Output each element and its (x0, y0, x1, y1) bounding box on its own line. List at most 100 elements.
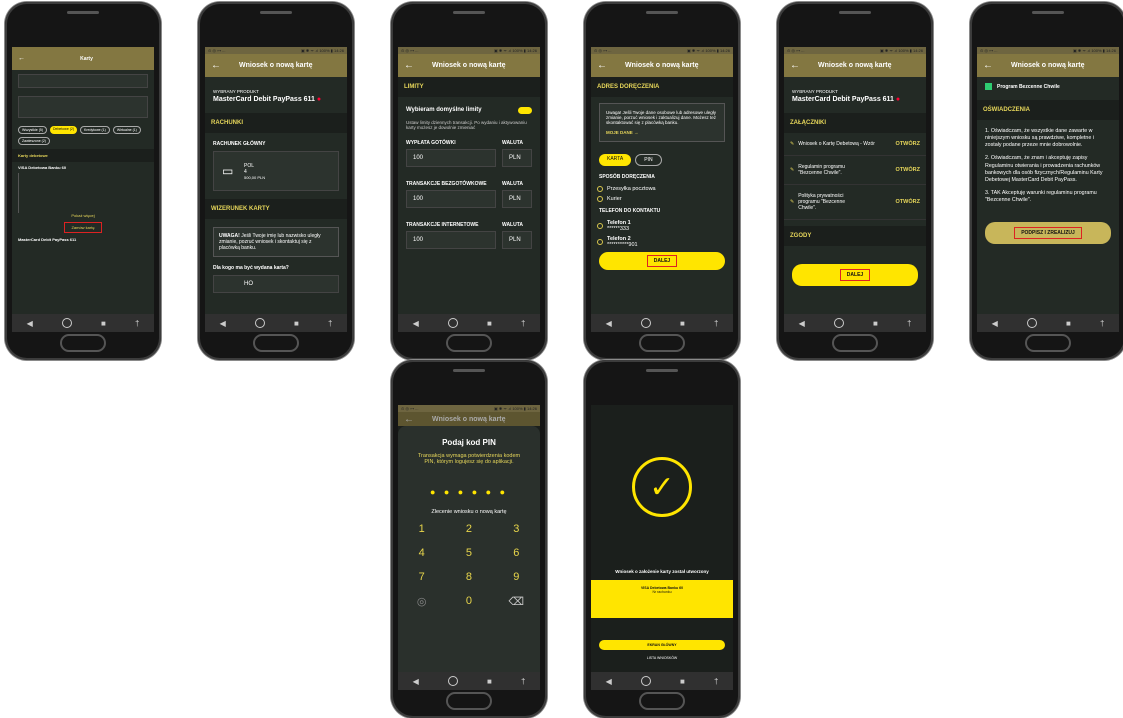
my-data-link[interactable]: MOJE DANE → (606, 130, 718, 135)
home-button[interactable] (639, 334, 685, 352)
accessibility-icon[interactable]: † (1100, 319, 1104, 328)
key-6[interactable]: 6 (493, 547, 540, 559)
speaker (453, 369, 485, 372)
back-nav-icon[interactable]: ◀ (799, 319, 805, 328)
key-3[interactable]: 3 (493, 523, 540, 535)
home-button[interactable] (60, 334, 106, 352)
home-nav-icon[interactable] (833, 318, 844, 328)
chip-debit[interactable]: Debetowe (2) (50, 126, 78, 134)
speaker (839, 11, 871, 14)
holder-select[interactable]: HO (213, 275, 339, 293)
chip-suspended[interactable]: Zawieszone (2) (18, 137, 50, 145)
home-button[interactable] (253, 334, 299, 352)
accessibility-icon[interactable]: † (714, 677, 718, 686)
open-link[interactable]: OTWÓRZ (896, 199, 920, 205)
back-nav-icon[interactable]: ◀ (606, 677, 612, 686)
home-button[interactable] (639, 692, 685, 710)
tab-card[interactable]: KARTA (599, 154, 632, 166)
recents-nav-icon[interactable]: ■ (101, 319, 106, 328)
limit-input[interactable]: 100 (406, 231, 496, 249)
home-screen-button[interactable]: EKRAN GŁÓWNY (599, 640, 725, 650)
applications-list-link[interactable]: LISTA WNIOSKÓW (591, 656, 733, 660)
next-button[interactable]: DALEJ (599, 252, 725, 270)
chip-credit[interactable]: Kredytowe (1) (80, 126, 110, 134)
back-arrow-icon[interactable]: ← (18, 55, 25, 62)
accessibility-icon[interactable]: † (714, 319, 718, 328)
accessibility-icon[interactable]: † (521, 319, 525, 328)
backspace-icon[interactable]: ⌫ (493, 595, 540, 608)
limit-input[interactable]: 100 (406, 190, 496, 208)
back-nav-icon[interactable]: ◀ (413, 677, 419, 686)
sign-button[interactable]: PODPISZ I ZREALIZUJ (985, 222, 1111, 245)
next-button[interactable]: DALEJ (792, 264, 918, 286)
option-post[interactable]: Przesyłka pocztowa (597, 186, 727, 192)
phone-option-1[interactable]: Telefon 1 ******333 (597, 220, 727, 232)
accessibility-icon[interactable]: † (135, 319, 139, 328)
card-item-visa[interactable]: VISA Debetowa Banku 60 Pokaż więcej Zamó… (12, 162, 154, 245)
key-9[interactable]: 9 (493, 571, 540, 583)
option-courier[interactable]: Kurier (597, 196, 727, 202)
option-label: Przesyłka pocztowa (607, 186, 656, 192)
recents-nav-icon[interactable]: ■ (487, 319, 492, 328)
order-card-button[interactable]: Zamów kartę (64, 222, 102, 233)
back-nav-icon[interactable]: ◀ (220, 319, 226, 328)
home-nav-icon[interactable] (447, 676, 458, 686)
back-arrow-icon[interactable]: ← (983, 60, 993, 71)
currency-select[interactable]: PLN (502, 231, 532, 249)
home-nav-icon[interactable] (640, 318, 651, 328)
tab-pin[interactable]: PIN (635, 154, 662, 166)
default-limits-toggle[interactable] (518, 107, 532, 114)
back-arrow-icon[interactable]: ← (597, 60, 607, 71)
currency-select[interactable]: PLN (502, 149, 532, 167)
attachment-3[interactable]: ✎ Polityka prywatności programu "Bezcenne… (784, 185, 926, 220)
key-8[interactable]: 8 (445, 571, 492, 583)
back-nav-icon[interactable]: ◀ (413, 319, 419, 328)
chip-virtual[interactable]: Wirtualne (1) (112, 126, 141, 134)
recents-nav-icon[interactable]: ■ (1066, 319, 1071, 328)
key-2[interactable]: 2 (445, 523, 492, 535)
key-4[interactable]: 4 (398, 547, 445, 559)
home-nav-icon[interactable] (447, 318, 458, 328)
key-5[interactable]: 5 (445, 547, 492, 559)
account-card[interactable]: ▭ POL 4 500,00 PLN (213, 151, 339, 191)
currency-select[interactable]: PLN (502, 190, 532, 208)
home-button[interactable] (446, 692, 492, 710)
accessibility-icon[interactable]: † (521, 677, 525, 686)
back-nav-icon[interactable]: ◀ (992, 319, 998, 328)
back-nav-icon[interactable]: ◀ (27, 319, 33, 328)
home-button[interactable] (446, 334, 492, 352)
recents-nav-icon[interactable]: ■ (873, 319, 878, 328)
open-link[interactable]: OTWÓRZ (896, 167, 920, 173)
key-7[interactable]: 7 (398, 571, 445, 583)
chip-all[interactable]: Wszystkie (5) (18, 126, 47, 134)
back-arrow-icon[interactable]: ← (211, 60, 221, 71)
home-button[interactable] (1025, 334, 1071, 352)
program-checkbox[interactable]: Program Bezcenne Chwile (977, 77, 1119, 96)
back-arrow-icon[interactable]: ← (404, 414, 414, 425)
key-0[interactable]: 0 (445, 595, 492, 608)
recents-nav-icon[interactable]: ■ (294, 319, 299, 328)
key-1[interactable]: 1 (398, 523, 445, 535)
phone-option-2[interactable]: Telefon 2 **********901 (597, 236, 727, 248)
show-more-link[interactable]: Pokaż więcej (18, 213, 148, 218)
attachment-2[interactable]: ✎ Regulamin programu "Bezcenne Chwile". OT… (784, 156, 926, 185)
recents-nav-icon[interactable]: ■ (487, 677, 492, 686)
back-nav-icon[interactable]: ◀ (606, 319, 612, 328)
accessibility-icon[interactable]: † (907, 319, 911, 328)
open-link[interactable]: OTWÓRZ (896, 141, 920, 147)
recents-nav-icon[interactable]: ■ (680, 677, 685, 686)
back-arrow-icon[interactable]: ← (790, 60, 800, 71)
back-arrow-icon[interactable]: ← (404, 60, 414, 71)
account-card-select[interactable] (18, 96, 148, 118)
home-nav-icon[interactable] (61, 318, 72, 328)
home-button[interactable] (832, 334, 878, 352)
accessibility-icon[interactable]: † (328, 319, 332, 328)
recents-nav-icon[interactable]: ■ (680, 319, 685, 328)
home-nav-icon[interactable] (640, 676, 651, 686)
eye-hide-icon[interactable]: ◎ (398, 595, 445, 608)
home-nav-icon[interactable] (254, 318, 265, 328)
account-select[interactable] (18, 74, 148, 88)
home-nav-icon[interactable] (1026, 318, 1037, 328)
attachment-1[interactable]: ✎ Wniosek o Kartę Debetową - Wzór OTWÓRZ (784, 133, 926, 156)
limit-input[interactable]: 100 (406, 149, 496, 167)
